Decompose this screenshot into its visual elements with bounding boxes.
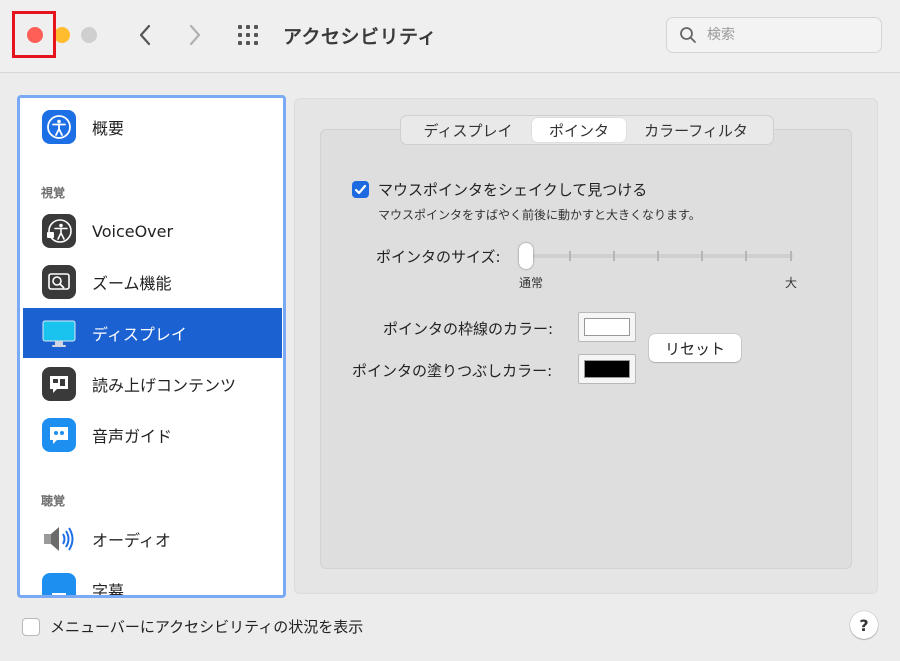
help-button[interactable]: ?	[850, 611, 878, 639]
shake-to-locate-row[interactable]: マウスポインタをシェイクして見つける	[352, 179, 647, 200]
search-field[interactable]	[666, 17, 882, 53]
tab-pointer[interactable]: ポインタ	[532, 118, 626, 142]
sidebar-item-label: オーディオ	[92, 531, 171, 550]
outline-color-swatch	[584, 318, 630, 336]
minimize-window-button[interactable]	[54, 27, 70, 43]
pointer-size-label: ポインタのサイズ:	[376, 248, 501, 266]
slider-max-label: 大	[785, 276, 798, 290]
tab-bar: ディスプレイ ポインタ カラーフィルタ	[400, 115, 774, 145]
outline-color-well[interactable]	[578, 312, 636, 342]
shake-to-locate-checkbox[interactable]	[352, 181, 369, 198]
chevron-right-icon	[189, 24, 201, 46]
close-button-highlight	[12, 11, 56, 58]
sidebar-item-label: 字幕	[92, 582, 125, 598]
sidebar-item-label: ズーム機能	[92, 274, 172, 293]
search-input[interactable]	[705, 26, 869, 44]
forward-button[interactable]	[181, 20, 209, 50]
sidebar-item-zoom[interactable]: ズーム機能	[23, 257, 282, 307]
speaker-icon	[42, 522, 76, 556]
slider-tick	[745, 251, 747, 261]
pointer-size-slider-knob[interactable]	[519, 243, 533, 269]
tab-color-filters[interactable]: カラーフィルタ	[626, 118, 766, 142]
chevron-left-icon	[139, 24, 151, 46]
sidebar-item-audio[interactable]: オーディオ	[23, 514, 282, 564]
sidebar-item-overview[interactable]: 概要	[23, 102, 282, 152]
voiceover-icon	[42, 214, 76, 248]
menubar-status-row[interactable]: メニューバーにアクセシビリティの状況を表示	[22, 616, 363, 637]
fill-color-swatch	[584, 360, 630, 378]
search-icon	[680, 27, 696, 43]
accessibility-icon	[42, 110, 76, 144]
slider-tick	[569, 251, 571, 261]
sidebar-item-display[interactable]: ディスプレイ	[23, 308, 282, 358]
shake-to-locate-label: マウスポインタをシェイクして見つける	[378, 181, 648, 199]
sidebar-item-captions[interactable]: 字幕	[23, 565, 282, 598]
sidebar-item-label: VoiceOver	[92, 221, 174, 241]
menubar-status-label: メニューバーにアクセシビリティの状況を表示	[50, 618, 364, 636]
tab-display[interactable]: ディスプレイ	[404, 118, 532, 142]
sidebar-item-descriptions[interactable]: 音声ガイド	[23, 410, 282, 460]
title-bar: アクセシビリティ	[0, 0, 900, 73]
section-header-hearing: 聴覚	[41, 494, 66, 508]
slider-tick	[790, 251, 792, 261]
captions-icon	[42, 573, 76, 595]
outline-color-label: ポインタの枠線のカラー:	[383, 320, 554, 338]
shake-to-locate-description: マウスポインタをすばやく前後に動かすと大きくなります。	[378, 208, 701, 222]
slider-min-label: 通常	[519, 276, 544, 290]
section-header-vision: 視覚	[41, 186, 66, 200]
fill-color-well[interactable]	[578, 354, 636, 384]
descriptions-icon	[42, 418, 76, 452]
back-button[interactable]	[131, 20, 159, 50]
zoom-icon	[42, 265, 76, 299]
sidebar-item-label: 読み上げコンテンツ	[92, 376, 237, 395]
spoken-content-icon	[42, 367, 76, 401]
slider-tick	[613, 251, 615, 261]
zoom-window-button[interactable]	[81, 27, 97, 43]
show-all-grid-icon[interactable]	[236, 24, 264, 46]
preferences-window: アクセシビリティ 概要 視覚	[0, 0, 900, 661]
sidebar-item-label: ディスプレイ	[92, 325, 187, 344]
checkmark-icon	[354, 184, 367, 195]
sidebar[interactable]: 概要 視覚 VoiceOver ズーム機能 ディスプレイ 読み上げコンテンツ 音…	[17, 95, 286, 598]
sidebar-item-label: 概要	[92, 119, 125, 138]
reset-button[interactable]: リセット	[649, 334, 741, 362]
slider-tick	[657, 251, 659, 261]
sidebar-item-voiceover[interactable]: VoiceOver	[23, 206, 282, 256]
slider-tick	[701, 251, 703, 261]
menubar-status-checkbox[interactable]	[22, 617, 40, 636]
sidebar-item-spoken-content[interactable]: 読み上げコンテンツ	[23, 359, 282, 409]
window-title: アクセシビリティ	[283, 26, 437, 48]
fill-color-label: ポインタの塗りつぶしカラー:	[352, 362, 553, 380]
sidebar-item-label: 音声ガイド	[92, 427, 173, 446]
display-icon	[42, 316, 76, 350]
